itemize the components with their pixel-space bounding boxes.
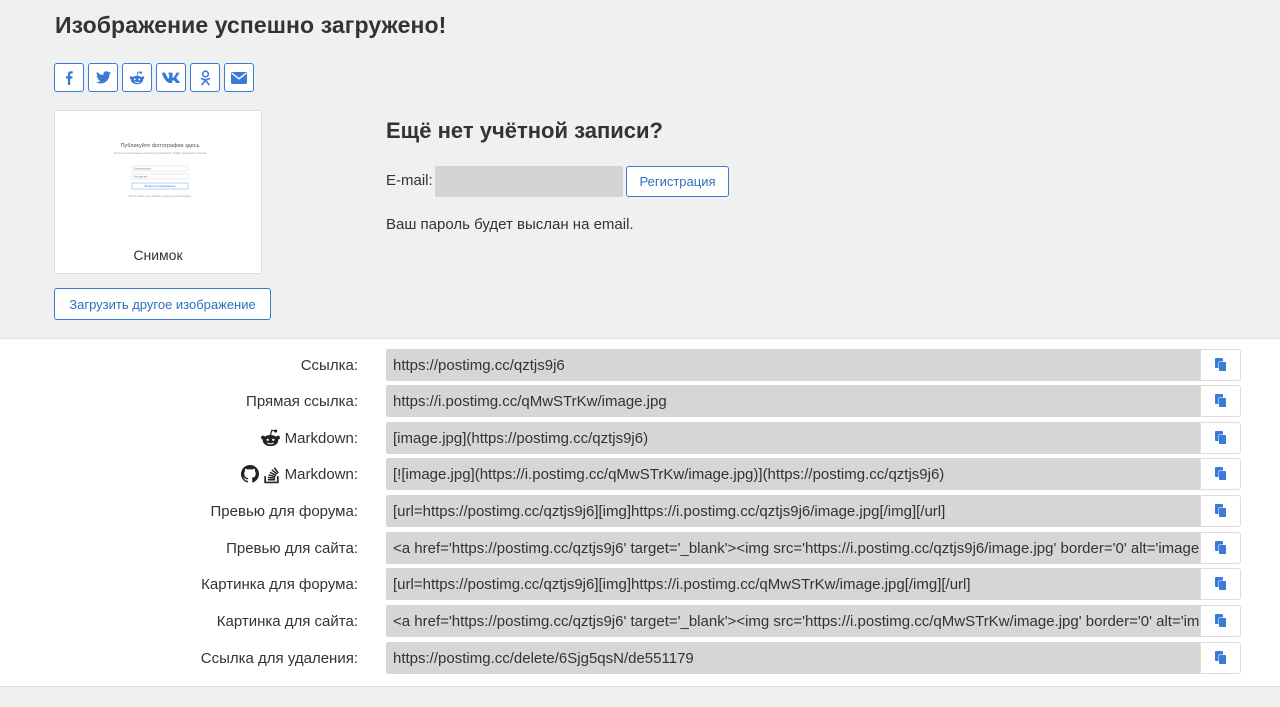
stack-overflow-icon bbox=[263, 465, 281, 484]
link-row: Ссылка для удаления: https://postimg.cc/… bbox=[0, 642, 1280, 674]
odnoklassniki-icon bbox=[200, 69, 210, 85]
reddit-icon bbox=[129, 70, 145, 84]
link-row-label: Прямая ссылка: bbox=[246, 392, 358, 410]
reddit-share-button[interactable] bbox=[122, 63, 152, 92]
thumbnail-preview-button: Выберите изображения bbox=[145, 184, 176, 188]
markdown-github-field[interactable]: [![image.jpg](https://i.postimg.cc/qMwST… bbox=[386, 458, 1200, 490]
copy-button[interactable] bbox=[1200, 532, 1241, 564]
copy-button[interactable] bbox=[1200, 642, 1241, 674]
site-thumbnail-field[interactable]: <a href='https://postimg.cc/qztjs9j6' ta… bbox=[386, 532, 1200, 564]
copy-icon bbox=[1214, 651, 1226, 665]
page-title: Изображение успешно загружено! bbox=[55, 12, 447, 38]
thumbnail-preview-hint: Click to choose, copy & paste or drag & … bbox=[128, 195, 192, 198]
link-row: Картинка для форума: [url=https://postim… bbox=[0, 568, 1280, 600]
link-row-label: Ссылка: bbox=[300, 356, 358, 374]
link-row-label: Ссылка для удаления: bbox=[200, 649, 358, 667]
copy-button[interactable] bbox=[1200, 385, 1241, 417]
link-row-label: Markdown: bbox=[284, 429, 358, 447]
forum-thumbnail-field[interactable]: [url=https://postimg.cc/qztjs9j6][img]ht… bbox=[386, 495, 1200, 527]
register-button[interactable]: Регистрация bbox=[626, 166, 729, 197]
link-row: Markdown: [image.jpg](https://postimg.cc… bbox=[0, 422, 1280, 454]
link-row: Прямая ссылка: https://i.postimg.cc/qMwS… bbox=[0, 385, 1280, 417]
link-codes-panel: Ссылка: https://postimg.cc/qztjs9j6 Прям… bbox=[0, 338, 1280, 687]
password-note: Ваш пароль будет выслан на email. bbox=[386, 216, 634, 233]
thumbnail-preview-subtitle: Получите постоянные ссылки для Facebook,… bbox=[114, 151, 206, 155]
thumbnail-image: Публикуйте фотографии здесь Получите пос… bbox=[104, 137, 216, 217]
link-row-label: Превью для форума: bbox=[210, 502, 358, 520]
copy-icon bbox=[1214, 614, 1226, 628]
link-field[interactable]: https://postimg.cc/qztjs9j6 bbox=[386, 349, 1200, 381]
link-row: Превью для форума: [url=https://postimg.… bbox=[0, 495, 1280, 527]
register-title: Ещё нет учётной записи? bbox=[386, 118, 663, 143]
twitter-icon bbox=[95, 71, 111, 84]
copy-icon bbox=[1214, 431, 1226, 445]
copy-icon bbox=[1214, 467, 1226, 481]
copy-icon bbox=[1214, 504, 1226, 518]
envelope-icon bbox=[231, 71, 247, 84]
thumbnail-caption: Снимок bbox=[133, 247, 183, 263]
copy-icon bbox=[1214, 577, 1226, 591]
link-row: Превью для сайта: <a href='https://posti… bbox=[0, 532, 1280, 564]
copy-icon bbox=[1214, 394, 1226, 408]
copy-icon bbox=[1214, 358, 1226, 372]
link-row-label: Картинка для сайта: bbox=[216, 612, 358, 630]
copy-button[interactable] bbox=[1200, 605, 1241, 637]
github-icon bbox=[240, 465, 259, 483]
link-row-label: Превью для сайта: bbox=[226, 539, 358, 557]
markdown-reddit-field[interactable]: [image.jpg](https://postimg.cc/qztjs9j6) bbox=[386, 422, 1200, 454]
upload-result-header: Изображение успешно загружено! Публикуйт… bbox=[0, 0, 1280, 338]
delete-link-field[interactable]: https://postimg.cc/delete/6Sjg5qsN/de551… bbox=[386, 642, 1200, 674]
thumbnail-preview-select-1: Не уменьшать bbox=[134, 167, 152, 171]
thumbnail-preview-title: Публикуйте фотографии здесь bbox=[121, 142, 200, 149]
email-share-button[interactable] bbox=[224, 63, 254, 92]
copy-button[interactable] bbox=[1200, 495, 1241, 527]
share-buttons bbox=[54, 63, 258, 92]
reddit-icon bbox=[260, 429, 281, 447]
email-field[interactable] bbox=[435, 166, 623, 197]
twitter-share-button[interactable] bbox=[88, 63, 118, 92]
copy-button[interactable] bbox=[1200, 349, 1241, 381]
copy-button[interactable] bbox=[1200, 422, 1241, 454]
link-row-label: Картинка для форума: bbox=[201, 575, 358, 593]
email-label: E-mail: bbox=[386, 172, 433, 189]
facebook-share-button[interactable] bbox=[54, 63, 84, 92]
link-row: Картинка для сайта: <a href='https://pos… bbox=[0, 605, 1280, 637]
copy-button[interactable] bbox=[1200, 458, 1241, 490]
vk-icon bbox=[162, 72, 180, 83]
thumbnail-preview-select-2: Не удалять bbox=[134, 175, 148, 179]
facebook-icon bbox=[65, 70, 73, 85]
forum-image-field[interactable]: [url=https://postimg.cc/qztjs9j6][img]ht… bbox=[386, 568, 1200, 600]
direct-link-field[interactable]: https://i.postimg.cc/qMwSTrKw/image.jpg bbox=[386, 385, 1200, 417]
link-row-label: Markdown: bbox=[284, 465, 358, 483]
odnoklassniki-share-button[interactable] bbox=[190, 63, 220, 92]
image-thumbnail[interactable]: Публикуйте фотографии здесь Получите пос… bbox=[54, 110, 262, 274]
link-row: Markdown: [![image.jpg](https://i.postim… bbox=[0, 458, 1280, 490]
copy-icon bbox=[1214, 541, 1226, 555]
copy-button[interactable] bbox=[1200, 568, 1241, 600]
vk-share-button[interactable] bbox=[156, 63, 186, 92]
upload-another-button[interactable]: Загрузить другое изображение bbox=[54, 288, 271, 320]
link-row: Ссылка: https://postimg.cc/qztjs9j6 bbox=[0, 349, 1280, 381]
site-image-field[interactable]: <a href='https://postimg.cc/qztjs9j6' ta… bbox=[386, 605, 1200, 637]
